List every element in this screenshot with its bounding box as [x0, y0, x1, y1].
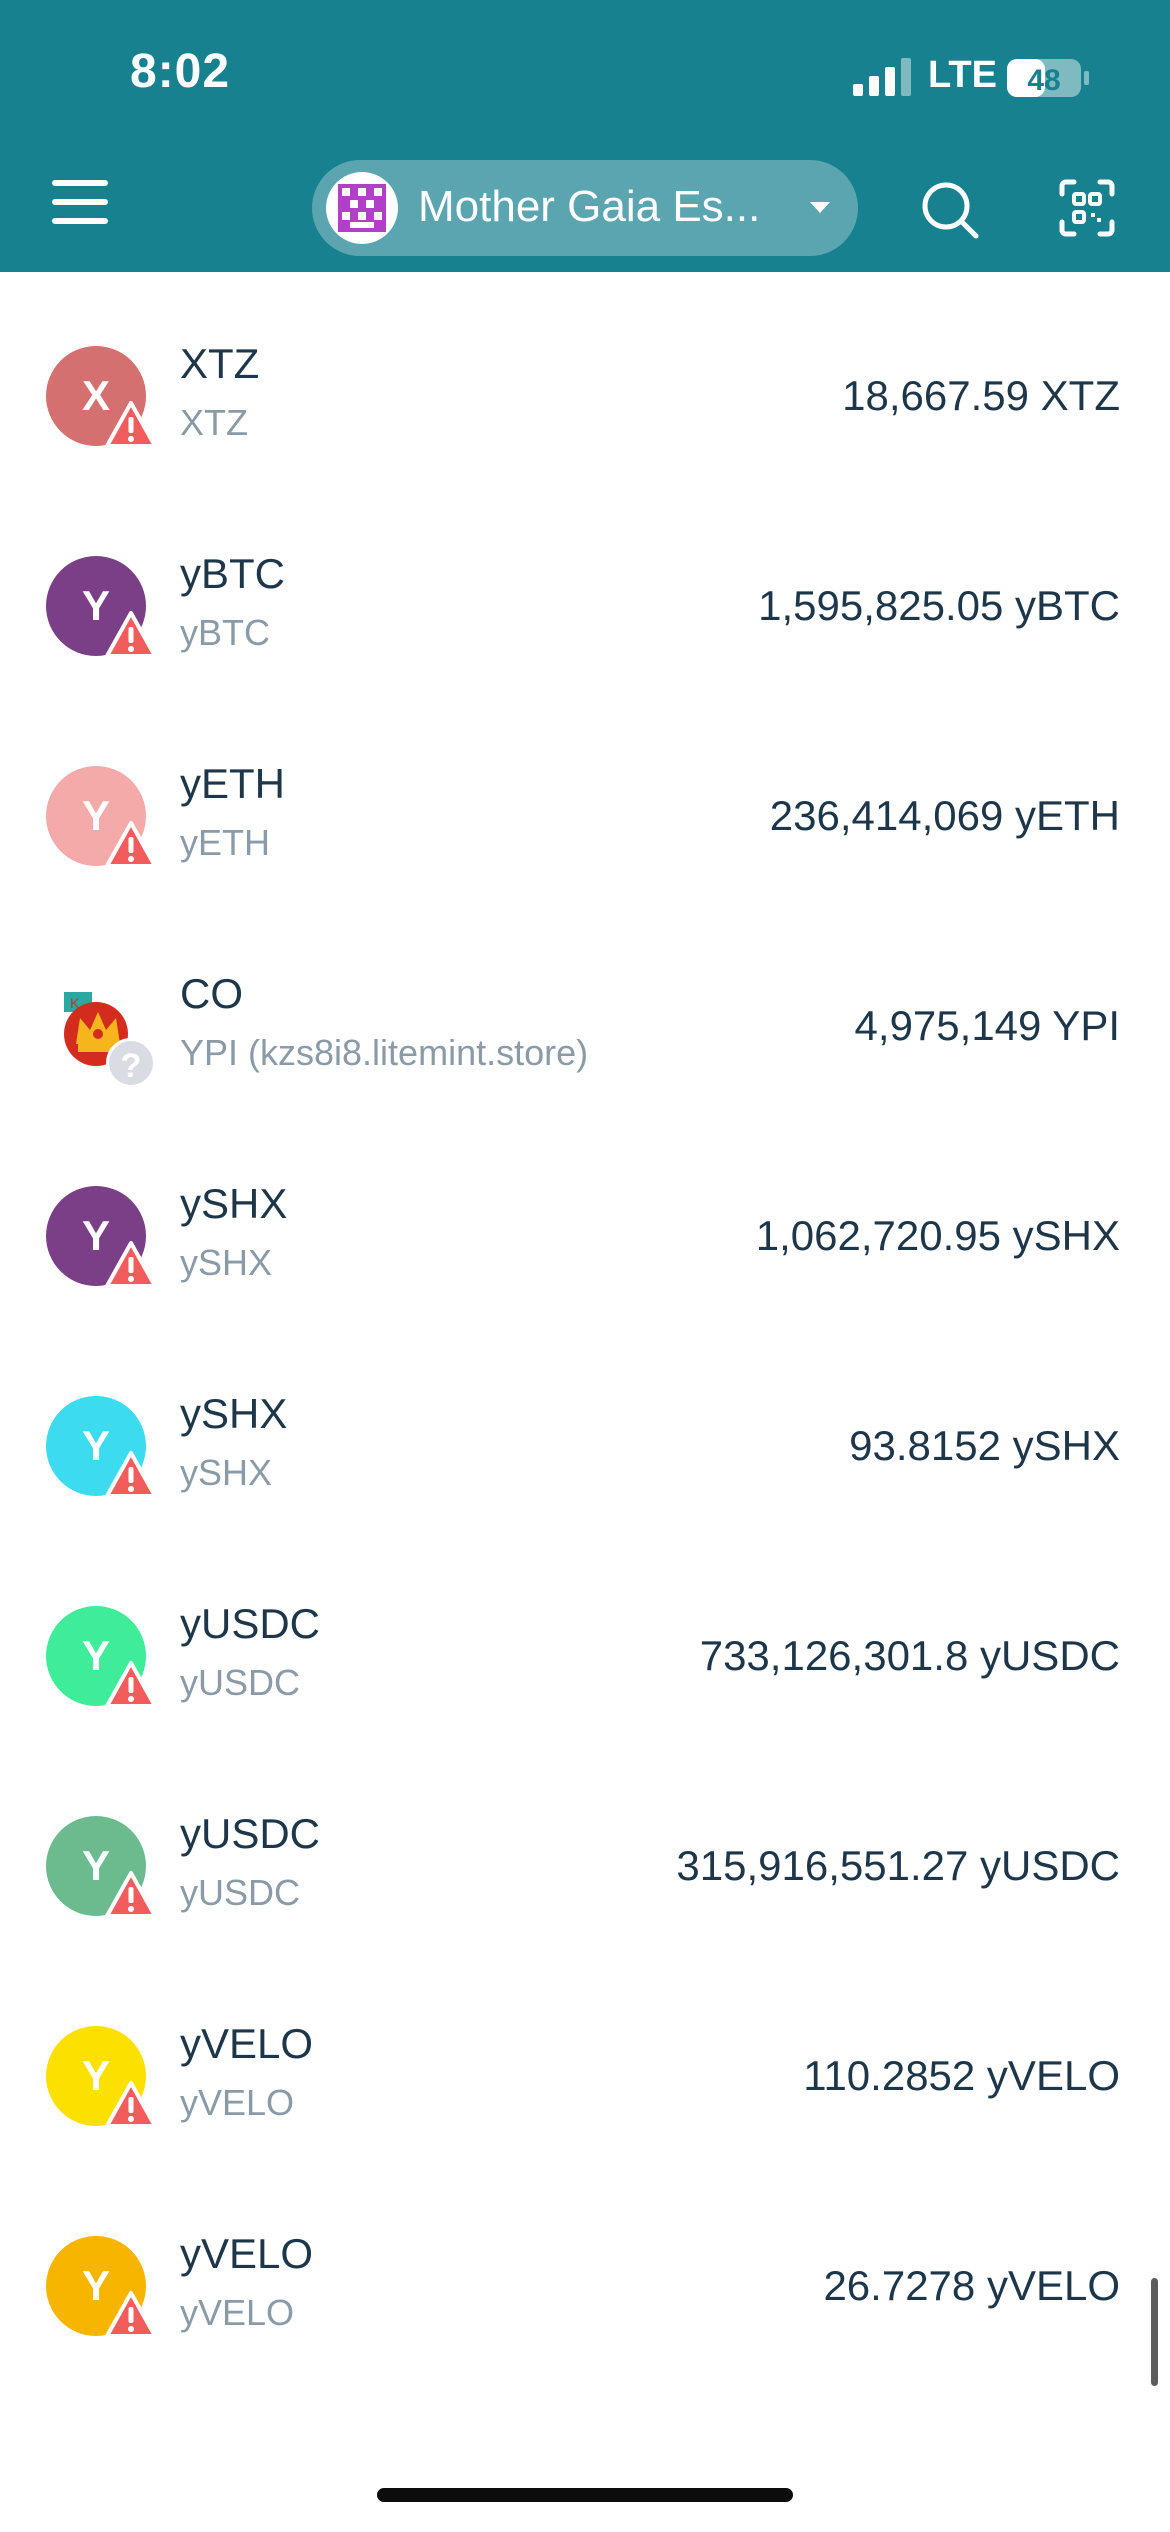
token-row[interactable]: Y ySHX ySHX 1,062,720.95 ySHX [0, 1112, 1170, 1322]
token-name: ySHX [180, 1390, 288, 1437]
top-bar: 8:02 LTE 48 Mother Gaia Es... [0, 0, 1170, 272]
warning-icon [105, 1241, 157, 1288]
account-avatar [326, 172, 398, 244]
token-row[interactable]: K ? CO YPI (kzs8i8.litemint.store) 4,975… [0, 902, 1170, 1112]
token-balance: 110.2852 yVELO [803, 2052, 1120, 2099]
battery-level: 48 [1027, 64, 1060, 97]
token-subtitle: XTZ [180, 402, 248, 443]
token-subtitle: yUSDC [180, 1662, 301, 1703]
token-name: XTZ [180, 340, 260, 387]
token-balance: 315,916,551.27 yUSDC [676, 1842, 1120, 1889]
token-row[interactable]: Y yVELO yVELO 26.7278 yVELO [0, 2162, 1170, 2372]
token-name: yVELO [180, 2020, 314, 2067]
token-balance: 733,126,301.8 yUSDC [699, 1632, 1120, 1679]
warning-icon [105, 1661, 157, 1708]
account-name: Mother Gaia Es... [418, 182, 761, 231]
battery-icon: 48 [1007, 59, 1089, 97]
token-balance: 26.7278 yVELO [823, 2262, 1120, 2309]
token-balance: 18,667.59 XTZ [842, 372, 1120, 419]
token-subtitle: ySHX [180, 1242, 273, 1283]
status-time: 8:02 [130, 45, 231, 98]
warning-icon [105, 611, 157, 658]
search-icon[interactable] [920, 180, 980, 240]
token-subtitle: yVELO [180, 2082, 295, 2123]
token-subtitle: yETH [180, 822, 270, 863]
token-name: ySHX [180, 1180, 288, 1227]
home-indicator[interactable] [377, 2488, 793, 2502]
token-name: CO [180, 970, 243, 1017]
warning-icon [105, 2291, 157, 2338]
pixel-avatar-icon [338, 184, 386, 232]
token-balance: 93.8152 ySHX [849, 1422, 1120, 1469]
token-name: yBTC [180, 550, 285, 597]
hamburger-menu-icon[interactable] [52, 176, 114, 228]
cellular-signal-icon [853, 58, 911, 96]
token-name: yUSDC [180, 1600, 321, 1647]
token-balance: 4,975,149 YPI [854, 1002, 1120, 1049]
token-row[interactable]: Y yBTC yBTC 1,595,825.05 yBTC [0, 482, 1170, 692]
token-name: yVELO [180, 2230, 314, 2277]
warning-icon [105, 2081, 157, 2128]
warning-icon [105, 401, 157, 448]
unknown-status-icon: ? [106, 1038, 156, 1088]
token-row[interactable]: Y yUSDC yUSDC 315,916,551.27 yUSDC [0, 1742, 1170, 1952]
token-balance: 236,414,069 yETH [769, 792, 1120, 839]
token-name: yUSDC [180, 1810, 321, 1857]
token-row[interactable]: Y yVELO yVELO 110.2852 yVELO [0, 1952, 1170, 2162]
token-row[interactable]: Y yETH yETH 236,414,069 yETH [0, 692, 1170, 902]
warning-icon [105, 1871, 157, 1918]
token-name: yETH [180, 760, 285, 807]
token-row[interactable]: Y yUSDC yUSDC 733,126,301.8 yUSDC [0, 1532, 1170, 1742]
token-row[interactable]: X XTZ XTZ 18,667.59 XTZ [0, 272, 1170, 482]
qr-scan-icon[interactable] [1058, 178, 1116, 238]
token-subtitle: yUSDC [180, 1872, 301, 1913]
token-subtitle: ySHX [180, 1452, 273, 1493]
dropdown-caret-icon [810, 202, 830, 213]
token-balance: 1,062,720.95 ySHX [755, 1212, 1120, 1259]
account-selector[interactable]: Mother Gaia Es... [312, 160, 858, 256]
scrollbar[interactable] [1151, 2278, 1158, 2386]
token-subtitle: yVELO [180, 2292, 295, 2333]
token-subtitle: YPI (kzs8i8.litemint.store) [180, 1032, 589, 1073]
token-row[interactable]: Y ySHX ySHX 93.8152 ySHX [0, 1322, 1170, 1532]
token-subtitle: yBTC [180, 612, 270, 653]
network-type: LTE [928, 54, 997, 96]
token-balance: 1,595,825.05 yBTC [758, 582, 1120, 629]
warning-icon [105, 1451, 157, 1498]
warning-icon [105, 821, 157, 868]
svg-text:K: K [70, 995, 80, 1011]
